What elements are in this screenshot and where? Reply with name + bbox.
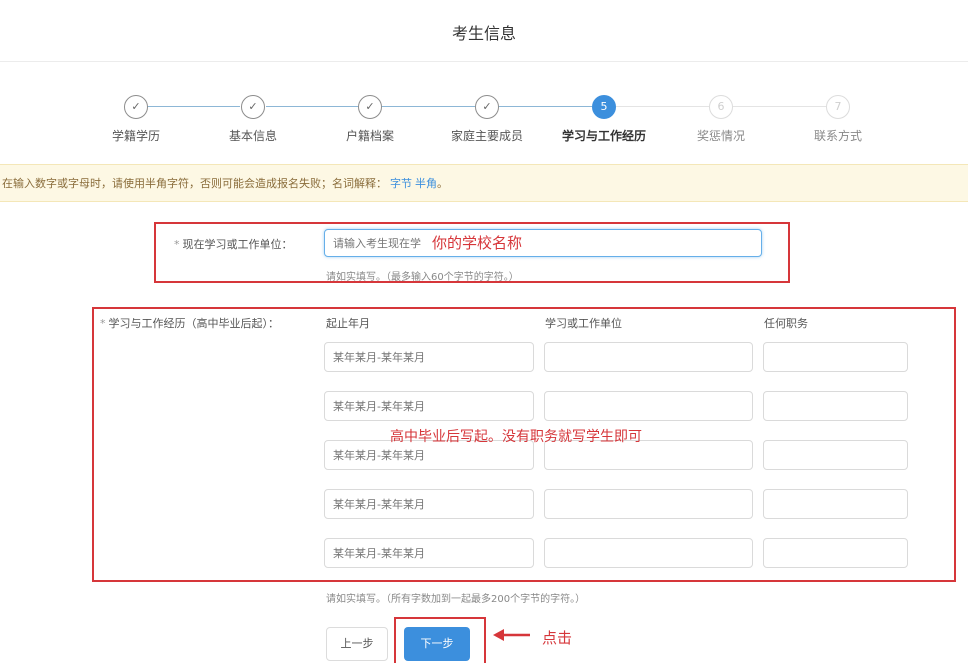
page-title: 考生信息	[451, 24, 516, 43]
step-label: 学习与工作经历	[561, 129, 646, 143]
check-icon: ✓	[475, 95, 499, 119]
check-icon: ✓	[124, 95, 148, 119]
step-label: 户籍档案	[345, 129, 394, 143]
step-number: 6	[709, 95, 733, 119]
previous-step-button[interactable]: 上一步	[326, 627, 388, 661]
annotation-box	[394, 617, 486, 663]
check-icon: ✓	[358, 95, 382, 119]
step-4[interactable]: ✓ 家庭主要成员	[427, 95, 547, 144]
history-hint: 请如实填写。（所有字数加到一起最多200个字节的字符。）	[326, 594, 586, 605]
step-3[interactable]: ✓ 户籍档案	[310, 95, 430, 144]
notice-period: 。	[437, 177, 448, 190]
check-icon: ✓	[241, 95, 265, 119]
arrow-left-icon	[493, 629, 530, 641]
notice-link-byte[interactable]: 字节	[390, 177, 412, 190]
step-6: 6 奖惩情况	[661, 95, 781, 144]
step-1[interactable]: ✓ 学籍学历	[76, 95, 196, 144]
notice-link-halfwidth[interactable]: 半角	[415, 177, 437, 190]
progress-stepper: ✓ 学籍学历 ✓ 基本信息 ✓ 户籍档案 ✓ 家庭主要成员 5 学习与工作经历 …	[0, 90, 968, 150]
step-label: 联系方式	[813, 129, 862, 143]
step-label: 基本信息	[228, 129, 277, 143]
step-label: 奖惩情况	[696, 129, 745, 143]
step-number: 7	[826, 95, 850, 119]
step-label: 学籍学历	[111, 129, 160, 143]
step-label: 家庭主要成员	[450, 129, 523, 143]
step-2[interactable]: ✓ 基本信息	[193, 95, 313, 144]
page-header: 考生信息	[0, 0, 968, 62]
notice-bar: 在输入数字或字母时，请使用半角字符，否则可能会造成报名失败；名词解释： 字节 半角。	[0, 164, 968, 202]
annotation-history-instruction: 高中毕业后写起。没有职务就写学生即可	[390, 429, 642, 445]
annotation-click: 点击	[542, 629, 573, 647]
notice-text: 在输入数字或字母时，请使用半角字符，否则可能会造成报名失败；名词解释：	[2, 177, 387, 190]
step-number: 5	[592, 95, 616, 119]
annotation-school-name: 你的学校名称	[432, 234, 523, 252]
step-5: 5 学习与工作经历	[544, 95, 664, 144]
step-7: 7 联系方式	[778, 95, 898, 144]
